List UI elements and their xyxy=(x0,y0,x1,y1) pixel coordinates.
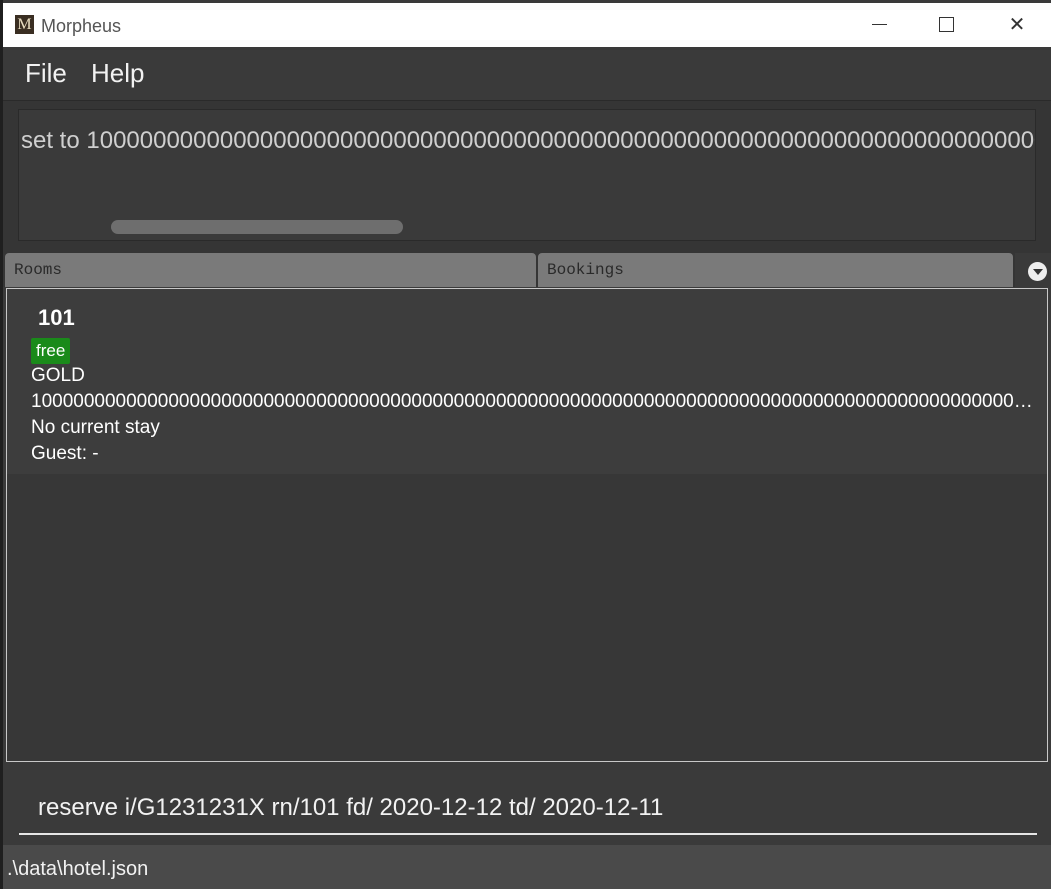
close-icon: ✕ xyxy=(1008,14,1026,36)
status-bar: .\data\hotel.json xyxy=(3,845,1051,889)
tab-overflow-menu-button[interactable] xyxy=(1015,253,1051,287)
menu-bar: File Help xyxy=(3,47,1051,101)
room-card[interactable]: 101 free GOLD 10000000000000000000000000… xyxy=(7,289,1047,474)
minimize-icon xyxy=(872,24,887,25)
room-number: 101 xyxy=(38,305,75,330)
room-stay: No current stay xyxy=(31,417,160,438)
maximize-button[interactable] xyxy=(923,3,969,47)
command-panel xyxy=(3,763,1051,845)
command-input[interactable] xyxy=(19,783,1037,835)
tab-rooms[interactable]: Rooms xyxy=(5,253,536,287)
status-badge: free xyxy=(31,338,71,364)
room-guest: Guest: - xyxy=(31,443,99,464)
room-price: 1000000000000000000000000000000000000000… xyxy=(31,391,1036,412)
room-list[interactable]: 101 free GOLD 10000000000000000000000000… xyxy=(6,288,1048,762)
app-window: M Morpheus ✕ File Help set to 1000000000… xyxy=(0,0,1051,889)
close-button[interactable]: ✕ xyxy=(994,3,1040,47)
result-text: set to 100000000000000000000000000000000… xyxy=(21,127,1035,154)
app-logo-icon: M xyxy=(15,15,34,34)
window-title: Morpheus xyxy=(41,16,122,36)
save-location-path: .\data\hotel.json xyxy=(7,858,149,880)
title-bar[interactable]: M Morpheus ✕ xyxy=(3,3,1051,47)
result-display[interactable]: set to 100000000000000000000000000000000… xyxy=(18,109,1036,241)
maximize-icon xyxy=(939,17,954,32)
chevron-down-icon xyxy=(1028,262,1047,281)
menu-help[interactable]: Help xyxy=(91,57,144,89)
menu-file[interactable]: File xyxy=(25,57,67,89)
tab-bar: Rooms Bookings xyxy=(3,249,1051,287)
minimize-button[interactable] xyxy=(856,3,902,47)
horizontal-scrollbar-thumb[interactable] xyxy=(111,220,403,234)
room-type: GOLD xyxy=(31,365,85,386)
tab-bookings[interactable]: Bookings xyxy=(538,253,1013,287)
result-display-panel: set to 100000000000000000000000000000000… xyxy=(3,101,1051,249)
